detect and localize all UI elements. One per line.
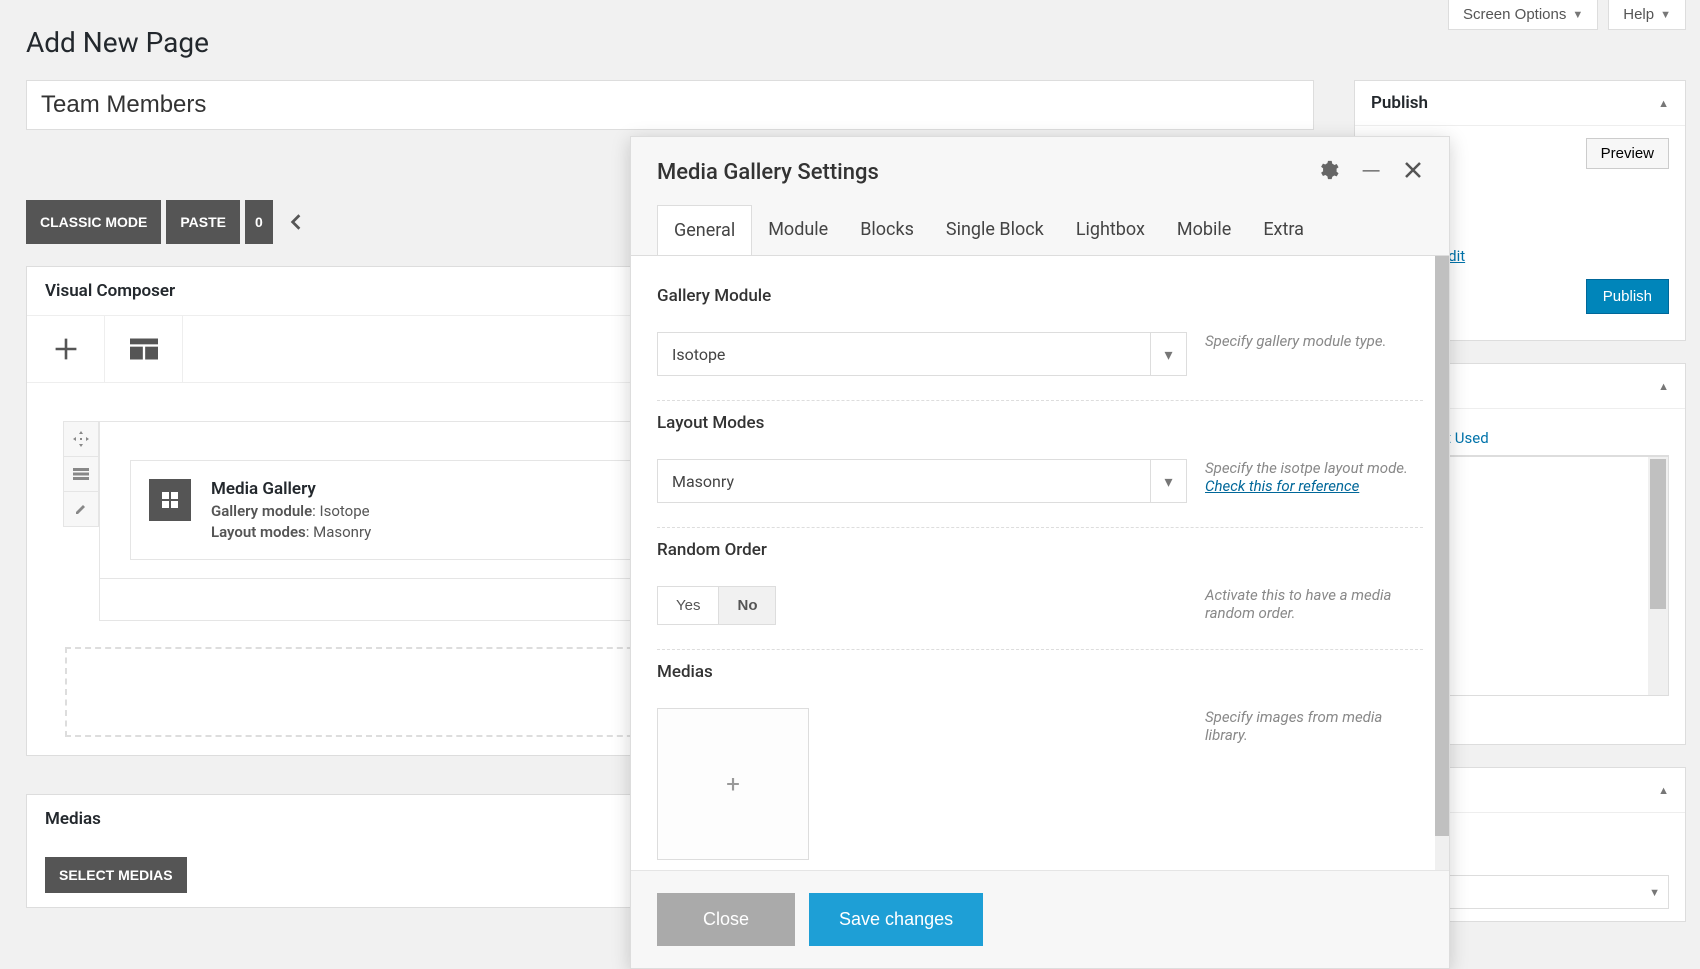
- caret-up-icon[interactable]: ▲: [1658, 380, 1669, 393]
- gear-icon[interactable]: [1317, 159, 1339, 185]
- classic-mode-button[interactable]: CLASSIC MODE: [26, 200, 161, 244]
- gallery-module-help: Specify gallery module type.: [1205, 332, 1423, 376]
- random-yes-button[interactable]: Yes: [657, 586, 718, 625]
- random-order-label: Random Order: [657, 540, 1423, 560]
- modal-title: Media Gallery Settings: [657, 160, 879, 185]
- move-handle[interactable]: [63, 421, 99, 457]
- random-no-button[interactable]: No: [718, 586, 776, 625]
- random-order-help: Activate this to have a media random ord…: [1205, 586, 1423, 625]
- gallery-module-value: Isotope: [672, 345, 725, 364]
- publish-button[interactable]: Publish: [1586, 279, 1669, 314]
- module-title: Media Gallery: [211, 479, 371, 499]
- tab-single-block[interactable]: Single Block: [930, 205, 1060, 255]
- preview-button[interactable]: Preview: [1586, 138, 1669, 169]
- caret-down-icon: ▾: [1150, 460, 1186, 502]
- caret-down-icon: ▼: [1649, 886, 1660, 899]
- paste-button[interactable]: PASTE: [166, 200, 240, 244]
- tab-general[interactable]: General: [657, 205, 752, 256]
- help-button[interactable]: Help ▼: [1608, 0, 1686, 30]
- chevron-left-icon[interactable]: [284, 210, 308, 234]
- scrollbar[interactable]: [1435, 256, 1449, 870]
- layout-reference-link[interactable]: Check this for reference: [1205, 477, 1359, 495]
- scrollbar[interactable]: [1648, 457, 1668, 695]
- gallery-module-select[interactable]: Isotope ▾: [657, 332, 1187, 376]
- caret-down-icon: ▼: [1660, 9, 1671, 21]
- tab-extra[interactable]: Extra: [1247, 205, 1320, 255]
- save-changes-button[interactable]: Save changes: [809, 893, 983, 946]
- screen-options-button[interactable]: Screen Options ▼: [1448, 0, 1598, 30]
- minimize-icon[interactable]: —: [1361, 157, 1381, 187]
- columns-handle[interactable]: [63, 456, 99, 492]
- layout-modes-label: Layout Modes: [657, 413, 1423, 433]
- page-title-input[interactable]: [26, 80, 1314, 130]
- gallery-module-label: Gallery Module: [657, 286, 1423, 306]
- tab-mobile[interactable]: Mobile: [1161, 205, 1247, 255]
- random-order-toggle: Yes No: [657, 586, 1187, 625]
- caret-down-icon: ▾: [1150, 333, 1186, 375]
- layout-modes-help: Specify the isotpe layout mode. Check th…: [1205, 459, 1423, 503]
- medias-help: Specify images from media library.: [1205, 708, 1423, 860]
- close-icon[interactable]: [1403, 160, 1423, 184]
- layout-modes-select[interactable]: Masonry ▾: [657, 459, 1187, 503]
- tab-blocks[interactable]: Blocks: [844, 205, 930, 255]
- add-element-button[interactable]: [27, 316, 105, 382]
- page-heading: Add New Page: [0, 0, 1700, 59]
- paste-count[interactable]: 0: [245, 200, 273, 244]
- publish-title: Publish: [1371, 93, 1428, 113]
- caret-up-icon[interactable]: ▲: [1658, 784, 1669, 797]
- module-meta-1: Gallery module: Isotope: [211, 502, 371, 520]
- edit-handle[interactable]: [63, 491, 99, 527]
- add-media-button[interactable]: +: [657, 708, 809, 860]
- close-button[interactable]: Close: [657, 893, 795, 946]
- grid-icon: [149, 479, 191, 521]
- tab-module[interactable]: Module: [752, 205, 844, 255]
- tab-lightbox[interactable]: Lightbox: [1060, 205, 1161, 255]
- help-label: Help: [1623, 6, 1654, 23]
- caret-down-icon: ▼: [1572, 9, 1583, 21]
- select-medias-button[interactable]: SELECT MEDIAS: [45, 857, 187, 893]
- medias-label: Medias: [657, 662, 1423, 682]
- layout-modes-value: Masonry: [672, 472, 734, 491]
- module-meta-2: Layout modes: Masonry: [211, 523, 371, 541]
- media-gallery-settings-modal: Media Gallery Settings — General Module …: [630, 136, 1450, 969]
- caret-up-icon[interactable]: ▲: [1658, 97, 1669, 110]
- screen-options-label: Screen Options: [1463, 6, 1566, 23]
- templates-button[interactable]: [105, 316, 183, 382]
